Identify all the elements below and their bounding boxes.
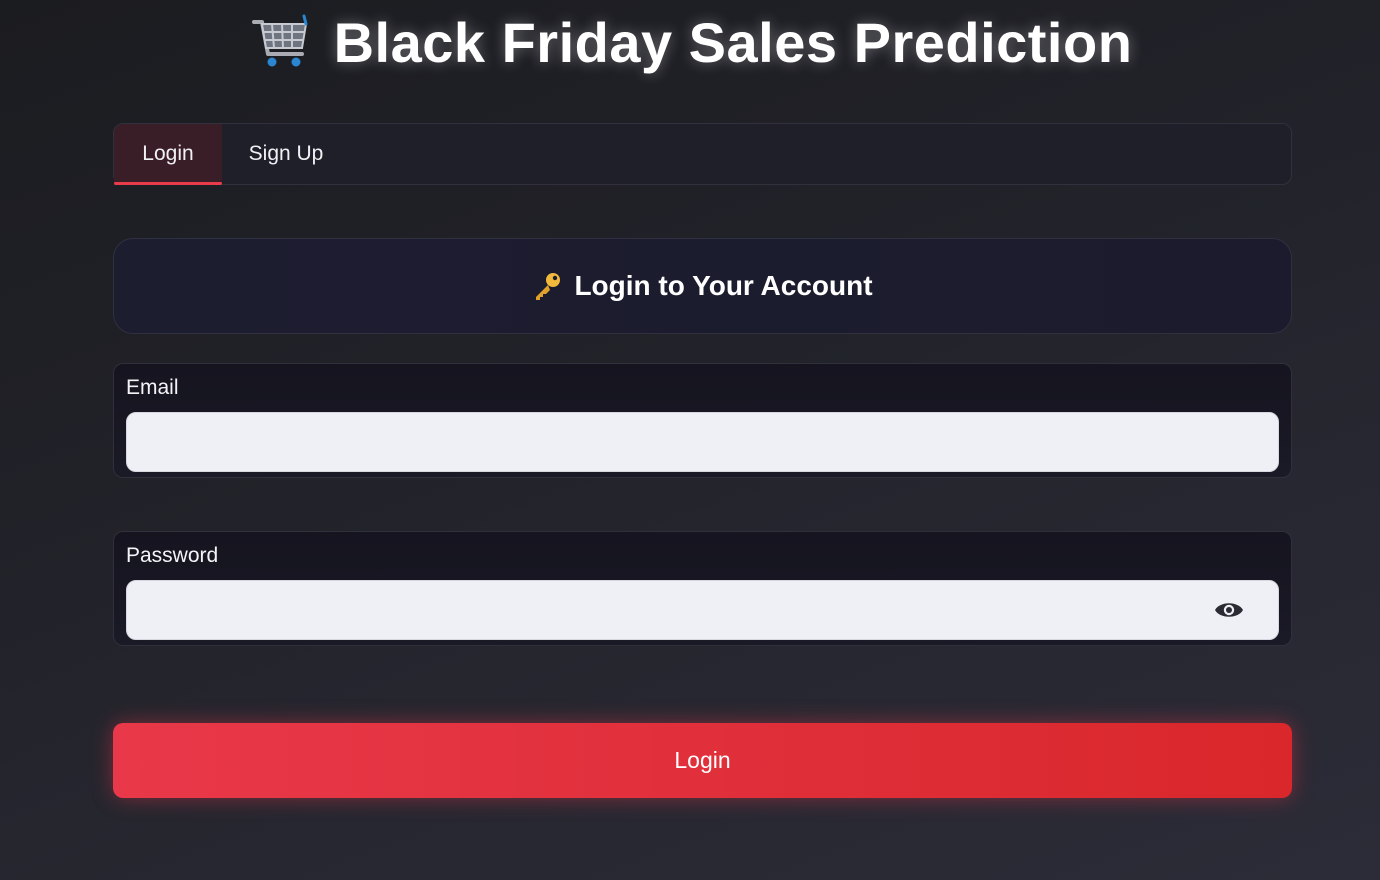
- email-input[interactable]: [126, 412, 1279, 472]
- password-input[interactable]: [126, 580, 1279, 640]
- login-heading-card: Login to Your Account: [113, 238, 1292, 334]
- login-button[interactable]: Login: [113, 723, 1292, 798]
- tab-sign-up[interactable]: Sign Up: [222, 124, 350, 184]
- page-title: Black Friday Sales Prediction: [333, 10, 1133, 74]
- email-label: Email: [126, 376, 179, 399]
- key-icon: [536, 273, 561, 300]
- eye-icon[interactable]: [1213, 597, 1245, 623]
- login-heading: Login to Your Account: [574, 270, 873, 301]
- email-field-group: Email: [113, 363, 1292, 478]
- password-field-group: Password: [113, 531, 1292, 646]
- tab-login[interactable]: Login: [114, 124, 222, 185]
- shopping-cart-icon: [251, 14, 308, 67]
- auth-tabs: Login Sign Up: [113, 123, 1292, 185]
- page-header: Black Friday Sales Prediction: [0, 6, 1380, 78]
- password-label: Password: [126, 544, 219, 567]
